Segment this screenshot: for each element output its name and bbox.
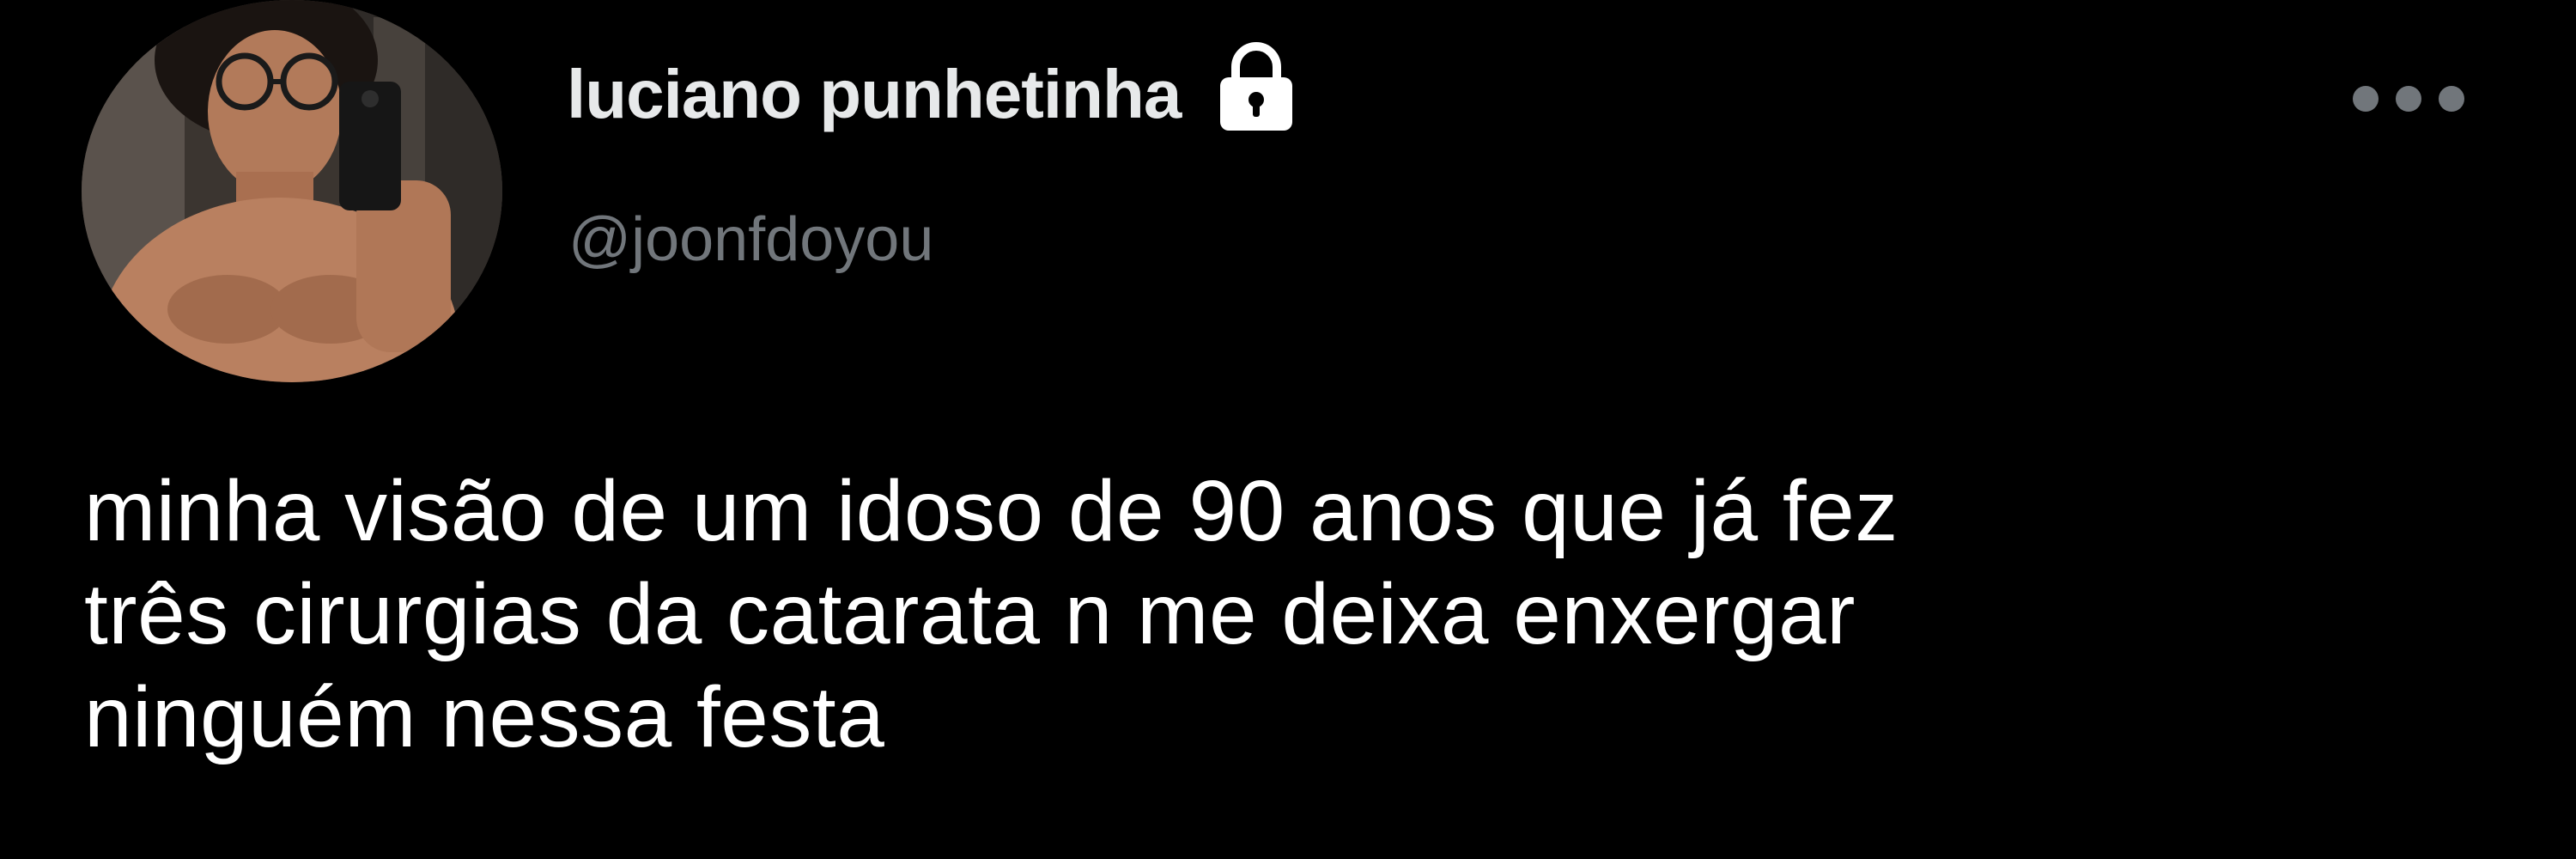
display-name[interactable]: luciano punhetinha (567, 55, 1182, 134)
lock-icon (1220, 42, 1293, 131)
avatar[interactable] (82, 0, 502, 382)
more-horizontal-icon[interactable] (2353, 82, 2464, 116)
author-name-row: luciano punhetinha (567, 42, 1308, 142)
tweet-text-line: minha visão de um idoso de 90 anos que j… (84, 463, 1899, 559)
author-handle[interactable]: @joonfdoyou (568, 204, 933, 275)
tweet-text-line: três cirurgias da catarata n me deixa en… (84, 566, 1856, 662)
more-dot (2439, 86, 2464, 112)
avatar-photo (82, 0, 502, 382)
more-dot (2353, 86, 2379, 112)
tweet-text-line: ninguém nessa festa (84, 669, 885, 765)
tweet-text: minha visão de um idoso de 90 anos que j… (84, 460, 2540, 769)
more-dot (2396, 86, 2421, 112)
tweet-card: luciano punhetinha @joonfdoyou minha vis… (0, 0, 2576, 859)
